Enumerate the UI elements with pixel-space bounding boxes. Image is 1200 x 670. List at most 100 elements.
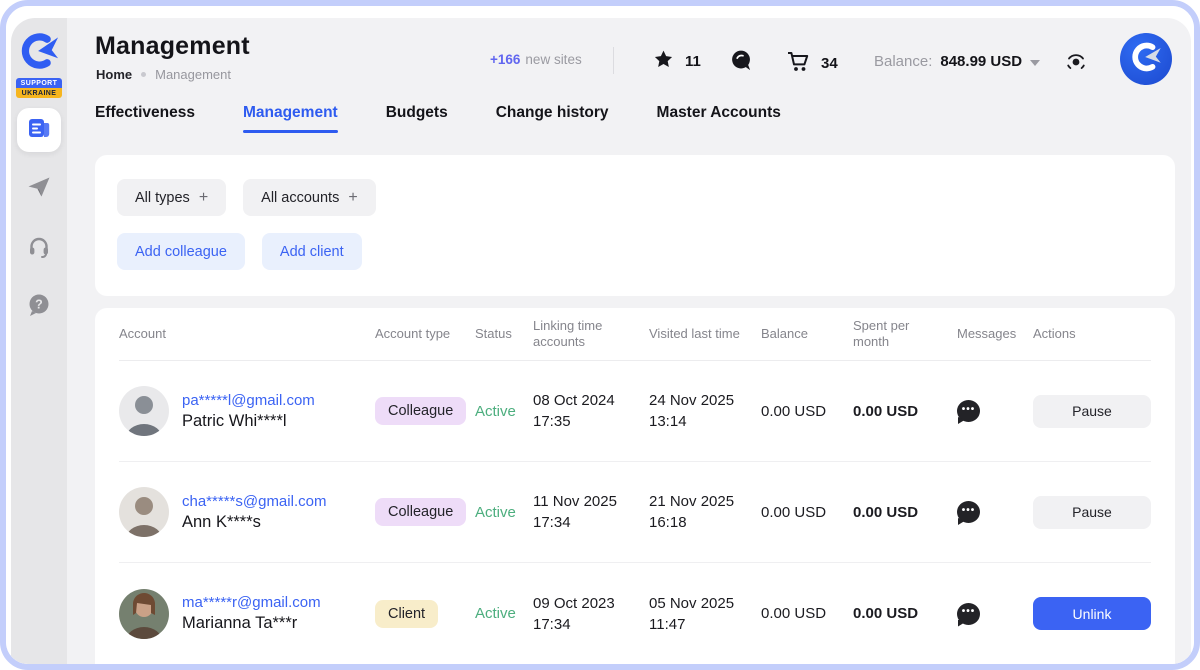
account-email-link[interactable]: cha*****s@gmail.com xyxy=(182,493,326,510)
add-buttons-row: Add colleague Add client xyxy=(117,233,1153,270)
support-ukraine-badge: SUPPORT UKRAINE xyxy=(16,78,62,98)
account-name: Marianna Ta***r xyxy=(182,614,321,633)
tab-master-accounts[interactable]: Master Accounts xyxy=(657,104,781,133)
profile-avatar[interactable] xyxy=(1120,33,1172,85)
table-row: pa*****l@gmail.com Patric Whi****l Colle… xyxy=(119,361,1151,462)
balance-dropdown[interactable]: Balance: 848.99 USD xyxy=(874,53,1040,70)
tab-change-history[interactable]: Change history xyxy=(496,104,609,133)
table-header-row: Account Account type Status Linking time… xyxy=(119,308,1151,361)
column-header-actions: Actions xyxy=(1033,326,1151,342)
spent-cell: 0.00 USD xyxy=(853,504,957,521)
filters-panel: All types + All accounts + Add colleague… xyxy=(95,155,1175,296)
plus-icon: + xyxy=(348,189,357,207)
account-email-link[interactable]: pa*****l@gmail.com xyxy=(182,392,315,409)
add-client-button[interactable]: Add client xyxy=(262,233,362,270)
row-action-button[interactable]: Pause xyxy=(1033,395,1151,428)
topbar: Management Home Management +166 new sites xyxy=(67,18,1191,104)
support-label: SUPPORT xyxy=(16,78,62,88)
collaborator-logo-icon xyxy=(19,32,59,75)
help-bubble-icon: ? xyxy=(27,293,51,322)
column-header-linking-time: Linking time accounts xyxy=(533,318,649,350)
linking-time-cell: 11 Nov 202517:34 xyxy=(533,491,649,533)
new-sites-label: new sites xyxy=(525,52,581,67)
tab-budgets[interactable]: Budgets xyxy=(386,104,448,133)
tab-effectiveness[interactable]: Effectiveness xyxy=(95,104,195,133)
app-logo[interactable]: SUPPORT UKRAINE xyxy=(16,32,62,98)
app-frame: SUPPORT UKRAINE xyxy=(0,0,1200,670)
column-header-balance: Balance xyxy=(761,326,853,342)
star-icon xyxy=(653,49,674,74)
all-accounts-label: All accounts xyxy=(261,190,339,206)
all-accounts-filter[interactable]: All accounts + xyxy=(243,179,376,216)
collaborator-avatar-icon xyxy=(1128,39,1164,80)
cart-icon xyxy=(786,49,810,77)
filter-row: All types + All accounts + xyxy=(117,179,1153,216)
column-header-account: Account xyxy=(119,326,375,342)
all-types-filter[interactable]: All types + xyxy=(117,179,226,216)
account-name: Patric Whi****l xyxy=(182,412,315,431)
main-area: Management Home Management +166 new sites xyxy=(67,18,1191,664)
account-type-badge: Client xyxy=(375,600,438,628)
notification-button[interactable] xyxy=(1063,48,1089,74)
account-type-badge: Colleague xyxy=(375,397,466,425)
cart-count: 34 xyxy=(821,55,838,72)
topbar-divider xyxy=(613,47,614,74)
eye-alert-icon xyxy=(1063,61,1089,78)
visited-time-cell: 05 Nov 202511:47 xyxy=(649,593,761,635)
sidebar-nav: ? xyxy=(17,108,61,344)
column-header-visited: Visited last time xyxy=(649,326,761,342)
sidebar-item-help[interactable]: ? xyxy=(17,285,61,329)
svg-text:?: ? xyxy=(35,297,43,311)
message-icon[interactable]: ••• xyxy=(957,501,980,523)
table-row: cha*****s@gmail.com Ann K****s Colleague… xyxy=(119,462,1151,563)
new-sites-count: +166 xyxy=(490,52,520,67)
messages-button[interactable] xyxy=(730,49,753,76)
chevron-down-icon xyxy=(1030,60,1040,66)
status-badge: Active xyxy=(475,605,533,622)
breadcrumb: Home Management xyxy=(96,67,231,82)
sidebar: SUPPORT UKRAINE xyxy=(11,18,67,664)
account-type-badge: Colleague xyxy=(375,498,466,526)
message-icon[interactable]: ••• xyxy=(957,400,980,422)
new-sites-counter[interactable]: +166 new sites xyxy=(490,52,582,67)
account-email-link[interactable]: ma*****r@gmail.com xyxy=(182,594,321,611)
plus-icon: + xyxy=(199,189,208,207)
spent-cell: 0.00 USD xyxy=(853,403,957,420)
news-document-icon xyxy=(26,116,52,145)
tab-bar: Effectiveness Management Budgets Change … xyxy=(67,104,1191,133)
column-header-account-type: Account type xyxy=(375,326,475,342)
app-window: SUPPORT UKRAINE xyxy=(6,6,1194,664)
balance-cell: 0.00 USD xyxy=(761,403,853,420)
balance-value: 848.99 USD xyxy=(940,53,1022,70)
balance-cell: 0.00 USD xyxy=(761,504,853,521)
sidebar-item-telegram[interactable] xyxy=(17,167,61,211)
spent-cell: 0.00 USD xyxy=(853,605,957,622)
avatar xyxy=(119,487,169,537)
breadcrumb-current: Management xyxy=(155,67,231,82)
sidebar-item-catalog[interactable] xyxy=(17,108,61,152)
row-action-button[interactable]: Pause xyxy=(1033,496,1151,529)
balance-label: Balance: xyxy=(874,53,932,70)
linking-time-cell: 08 Oct 202417:35 xyxy=(533,390,649,432)
avatar xyxy=(119,386,169,436)
account-name: Ann K****s xyxy=(182,513,326,532)
chat-bubble-icon xyxy=(730,49,753,76)
cart-button[interactable]: 34 xyxy=(786,49,838,77)
message-icon[interactable]: ••• xyxy=(957,603,980,625)
status-badge: Active xyxy=(475,403,533,420)
visited-time-cell: 24 Nov 202513:14 xyxy=(649,390,761,432)
tab-management[interactable]: Management xyxy=(243,104,338,133)
favorites-button[interactable]: 11 xyxy=(653,49,701,74)
headphones-icon xyxy=(27,234,51,263)
table-row: ma*****r@gmail.com Marianna Ta***r Clien… xyxy=(119,563,1151,664)
breadcrumb-home[interactable]: Home xyxy=(96,67,132,82)
row-action-button[interactable]: Unlink xyxy=(1033,597,1151,630)
ukraine-label: UKRAINE xyxy=(16,88,62,98)
sidebar-item-support[interactable] xyxy=(17,226,61,270)
add-colleague-button[interactable]: Add colleague xyxy=(117,233,245,270)
all-types-label: All types xyxy=(135,190,190,206)
visited-time-cell: 21 Nov 202516:18 xyxy=(649,491,761,533)
column-header-messages: Messages xyxy=(957,326,1033,342)
linking-time-cell: 09 Oct 202317:34 xyxy=(533,593,649,635)
favorites-count: 11 xyxy=(685,53,701,70)
